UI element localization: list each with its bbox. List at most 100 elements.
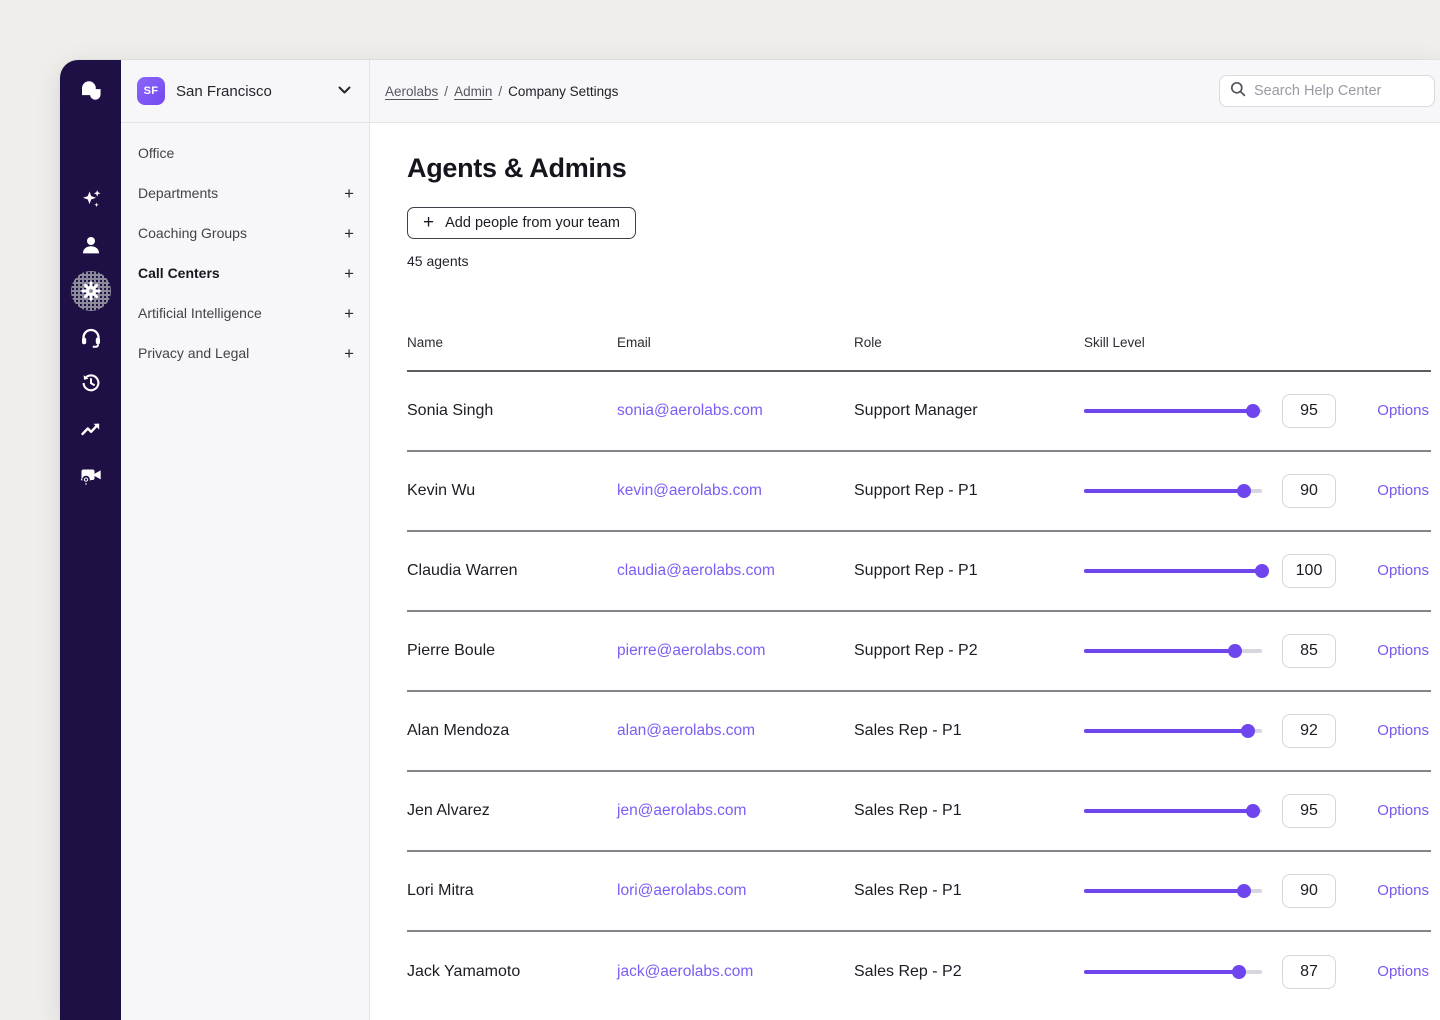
agent-email-link[interactable]: jack@aerolabs.com [617, 963, 854, 981]
sidebar-item-office[interactable]: Office [121, 133, 369, 173]
chevron-down-icon [338, 82, 351, 100]
options-link[interactable]: Options [1377, 722, 1429, 739]
slider-handle[interactable] [1246, 404, 1260, 418]
slider-handle[interactable] [1237, 484, 1251, 498]
search-input[interactable] [1254, 83, 1424, 99]
agent-email-link[interactable]: sonia@aerolabs.com [617, 402, 854, 420]
skill-slider[interactable] [1084, 484, 1262, 498]
slider-fill [1084, 649, 1235, 653]
top-bar: Aerolabs/Admin/Company Settings [370, 60, 1440, 123]
history-icon[interactable] [78, 370, 104, 396]
skill-slider[interactable] [1084, 404, 1262, 418]
sidebar-item-artificial-intelligence[interactable]: Artificial Intelligence + [121, 293, 369, 333]
agents-table: Name Email Role Skill Level Sonia Singh … [407, 335, 1431, 1012]
headset-icon[interactable] [78, 324, 104, 350]
skill-value-input[interactable] [1282, 394, 1336, 428]
slider-fill [1084, 970, 1239, 974]
trending-up-icon[interactable] [78, 416, 104, 442]
plus-icon: + [423, 213, 434, 232]
table-row: Kevin Wu kevin@aerolabs.com Support Rep … [407, 452, 1431, 532]
plus-icon[interactable]: + [344, 345, 354, 362]
col-header-role: Role [854, 335, 1084, 350]
options-link[interactable]: Options [1377, 482, 1429, 499]
slider-fill [1084, 889, 1244, 893]
skill-value-input[interactable] [1282, 474, 1336, 508]
breadcrumb-aerolabs[interactable]: Aerolabs [385, 84, 438, 99]
slider-handle[interactable] [1228, 644, 1242, 658]
agent-name: Pierre Boule [407, 642, 617, 660]
agent-email-link[interactable]: lori@aerolabs.com [617, 882, 854, 900]
sidebar-item-label: Coaching Groups [138, 225, 247, 241]
slider-handle[interactable] [1255, 564, 1269, 578]
skill-value-input[interactable] [1282, 554, 1336, 588]
add-people-button[interactable]: + Add people from your team [407, 207, 636, 239]
skill-value-input[interactable] [1282, 634, 1336, 668]
options-link[interactable]: Options [1377, 642, 1429, 659]
slider-fill [1084, 809, 1253, 813]
agent-role: Support Manager [854, 402, 1084, 420]
skill-slider[interactable] [1084, 724, 1262, 738]
options-link[interactable]: Options [1377, 562, 1429, 579]
skill-value-input[interactable] [1282, 714, 1336, 748]
skill-slider[interactable] [1084, 884, 1262, 898]
sidebar-item-label: Privacy and Legal [138, 345, 249, 361]
slider-fill [1084, 569, 1262, 573]
skill-slider[interactable] [1084, 564, 1262, 578]
skill-slider[interactable] [1084, 804, 1262, 818]
icon-rail [60, 60, 121, 1020]
sparkles-icon[interactable] [78, 186, 104, 212]
col-header-skill: Skill Level [1084, 335, 1282, 350]
sidebar-item-label: Artificial Intelligence [138, 305, 262, 321]
table-row: Lori Mitra lori@aerolabs.com Sales Rep -… [407, 852, 1431, 932]
slider-handle[interactable] [1241, 724, 1255, 738]
skill-slider[interactable] [1084, 644, 1262, 658]
slider-handle[interactable] [1232, 965, 1246, 979]
agent-email-link[interactable]: claudia@aerolabs.com [617, 562, 854, 580]
help-search[interactable] [1219, 75, 1435, 107]
plus-icon[interactable]: + [344, 305, 354, 322]
options-link[interactable]: Options [1377, 802, 1429, 819]
options-link[interactable]: Options [1377, 963, 1429, 980]
agent-name: Jack Yamamoto [407, 963, 617, 981]
agent-role: Sales Rep - P1 [854, 802, 1084, 820]
slider-handle[interactable] [1237, 884, 1251, 898]
sidebar-item-privacy-and-legal[interactable]: Privacy and Legal + [121, 333, 369, 373]
options-link[interactable]: Options [1377, 882, 1429, 899]
sidebar-item-coaching-groups[interactable]: Coaching Groups + [121, 213, 369, 253]
skill-value-input[interactable] [1282, 794, 1336, 828]
breadcrumb-admin[interactable]: Admin [454, 84, 492, 99]
sidebar-item-departments[interactable]: Departments + [121, 173, 369, 213]
table-row: Alan Mendoza alan@aerolabs.com Sales Rep… [407, 692, 1431, 772]
plus-icon[interactable]: + [344, 185, 354, 202]
table-row: Claudia Warren claudia@aerolabs.com Supp… [407, 532, 1431, 612]
skill-value-input[interactable] [1282, 874, 1336, 908]
sidebar-item-call-centers[interactable]: Call Centers + [121, 253, 369, 293]
add-people-label: Add people from your team [445, 215, 620, 231]
agent-email-link[interactable]: alan@aerolabs.com [617, 722, 854, 740]
agent-email-link[interactable]: pierre@aerolabs.com [617, 642, 854, 660]
agent-email-link[interactable]: kevin@aerolabs.com [617, 482, 854, 500]
agent-email-link[interactable]: jen@aerolabs.com [617, 802, 854, 820]
settings-icon[interactable] [78, 278, 104, 304]
rail-icon-list [78, 186, 104, 488]
skill-value-input[interactable] [1282, 955, 1336, 989]
table-header: Name Email Role Skill Level [407, 335, 1431, 372]
video-settings-icon[interactable] [78, 462, 104, 488]
agent-name: Alan Mendoza [407, 722, 617, 740]
agent-role: Support Rep - P1 [854, 482, 1084, 500]
agent-role: Support Rep - P1 [854, 562, 1084, 580]
app-window: SF San Francisco Office Departments + Co… [60, 60, 1440, 1020]
workspace-selector[interactable]: SF San Francisco [121, 60, 369, 123]
table-row: Pierre Boule pierre@aerolabs.com Support… [407, 612, 1431, 692]
agent-role: Sales Rep - P2 [854, 963, 1084, 981]
agent-role: Support Rep - P2 [854, 642, 1084, 660]
plus-icon[interactable]: + [344, 265, 354, 282]
slider-handle[interactable] [1246, 804, 1260, 818]
skill-slider[interactable] [1084, 965, 1262, 979]
workspace-name: San Francisco [176, 83, 327, 100]
sidebar-item-label: Office [138, 145, 174, 161]
options-link[interactable]: Options [1377, 402, 1429, 419]
table-row: Jack Yamamoto jack@aerolabs.com Sales Re… [407, 932, 1431, 1012]
person-icon[interactable] [78, 232, 104, 258]
plus-icon[interactable]: + [344, 225, 354, 242]
